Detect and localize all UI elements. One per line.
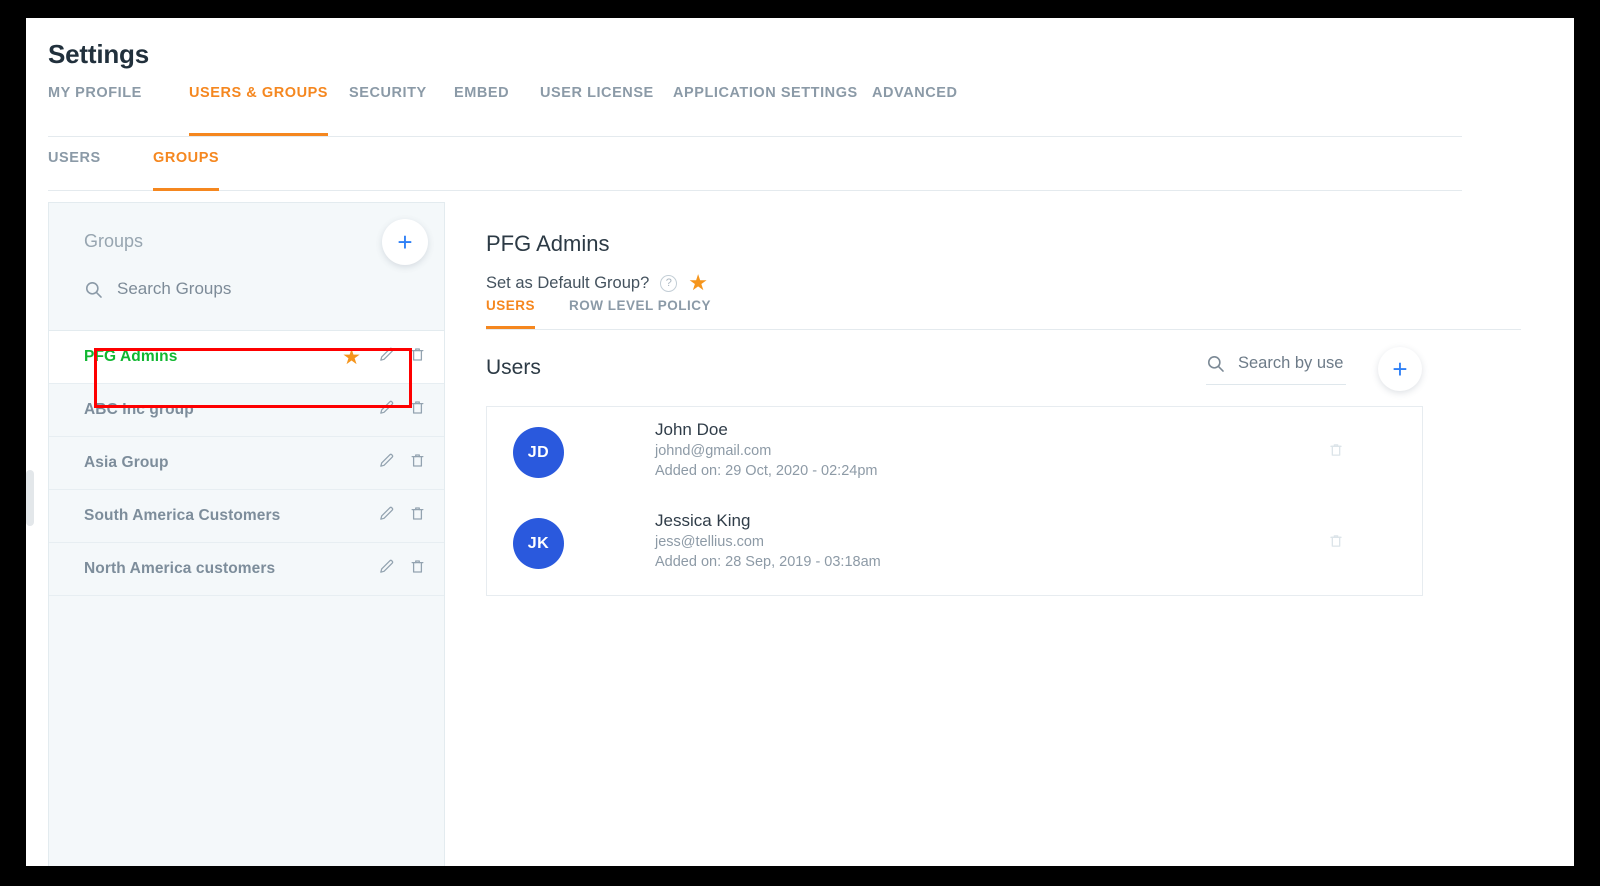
group-detail-title: PFG Admins [486, 231, 610, 256]
tab-label: EMBED [454, 85, 510, 101]
plus-icon: + [397, 227, 413, 257]
help-icon[interactable]: ? [660, 274, 678, 292]
users-list-card: JD John Doe johnd@gmail.com Added on: 29… [486, 406, 1423, 596]
user-added-on: Added on: 29 Oct, 2020 - 02:24pm [655, 463, 878, 479]
detail-tab-underline [486, 326, 536, 329]
search-users-input[interactable]: Search by use [1206, 354, 1346, 385]
tab-label: MY PROFILE [48, 85, 142, 101]
subtab-users[interactable]: USERS [48, 150, 101, 191]
tab-application-settings[interactable]: APPLICATION SETTINGS [673, 85, 858, 136]
tab-embed[interactable]: EMBED [454, 85, 509, 136]
set-default-group-label: Set as Default Group? [486, 273, 650, 292]
tab-label: ADVANCED [872, 85, 958, 101]
user-email: jess@tellius.com [655, 534, 764, 550]
user-list-item[interactable]: JK Jessica King jess@tellius.com Added o… [487, 498, 1422, 589]
detail-tab-label: USERS [486, 298, 536, 313]
trash-icon[interactable] [409, 452, 426, 474]
plus-icon: + [1392, 354, 1408, 384]
pencil-icon[interactable] [378, 346, 395, 368]
pencil-icon[interactable] [378, 399, 395, 421]
group-name: PFG Admins [84, 348, 178, 365]
trash-icon[interactable] [409, 346, 426, 368]
tab-label: USER LICENSE [540, 85, 654, 101]
search-users-placeholder: Search by use [1238, 354, 1344, 372]
user-name: John Doe [655, 420, 728, 439]
pencil-icon[interactable] [378, 505, 395, 527]
subtab-label: GROUPS [153, 150, 220, 166]
page-scrollbar-handle[interactable] [26, 470, 34, 526]
group-detail-pane: PFG Admins Set as Default Group? ? ★ USE… [481, 202, 1541, 866]
sub-tab-bar: USERS GROUPS [48, 137, 1462, 191]
settings-page: Settings MY PROFILE USERS & GROUPS SECUR… [26, 18, 1574, 866]
detail-tab-label: ROW LEVEL POLICY [569, 298, 712, 313]
user-list-item[interactable]: JD John Doe johnd@gmail.com Added on: 29… [487, 407, 1422, 498]
pencil-icon[interactable] [378, 452, 395, 474]
avatar: JD [513, 427, 564, 478]
search-groups-input[interactable]: Search Groups [84, 279, 231, 299]
screen: Settings MY PROFILE USERS & GROUPS SECUR… [0, 0, 1600, 886]
group-list-item-north-america-customers[interactable]: North America customers [49, 543, 444, 596]
trash-icon[interactable] [409, 505, 426, 527]
users-section-heading: Users [486, 356, 541, 379]
tab-label: SECURITY [349, 85, 427, 101]
tab-label: APPLICATION SETTINGS [673, 85, 858, 101]
page-title: Settings [48, 39, 149, 69]
main-tab-bar: MY PROFILE USERS & GROUPS SECURITY EMBED… [48, 85, 1462, 137]
group-name: North America customers [84, 560, 276, 577]
search-icon [85, 281, 102, 298]
default-group-star-icon[interactable]: ★ [688, 272, 708, 294]
add-user-button[interactable]: + [1378, 347, 1422, 391]
subtab-label: USERS [48, 150, 101, 166]
group-list-item-asia-group[interactable]: Asia Group [49, 437, 444, 490]
search-icon [1207, 355, 1224, 372]
set-default-group-row: Set as Default Group? ? ★ [486, 272, 708, 294]
user-name: Jessica King [655, 511, 751, 530]
trash-icon[interactable] [409, 399, 426, 421]
subtab-groups[interactable]: GROUPS [153, 150, 220, 191]
groups-panel-header: Groups + Search Groups [49, 203, 444, 331]
detail-tab-users[interactable]: USERS [486, 298, 536, 329]
subtab-underline [153, 188, 220, 191]
groups-panel: Groups + Search Groups PFG Admins ★ ABC … [48, 202, 445, 866]
trash-icon[interactable] [1328, 442, 1344, 463]
group-list-item-abc-inc-group[interactable]: ABC Inc group [49, 384, 444, 437]
star-icon[interactable]: ★ [342, 347, 361, 368]
detail-tab-row-level-policy[interactable]: ROW LEVEL POLICY [569, 298, 711, 329]
detail-tab-bar: USERS ROW LEVEL POLICY [486, 298, 1521, 330]
tab-advanced[interactable]: ADVANCED [872, 85, 958, 136]
search-groups-placeholder: Search Groups [117, 279, 232, 298]
groups-title: Groups [84, 231, 144, 251]
pencil-icon[interactable] [378, 558, 395, 580]
user-info: John Doe johnd@gmail.com Added on: 29 Oc… [655, 419, 877, 481]
add-group-button[interactable]: + [382, 219, 428, 265]
trash-icon[interactable] [409, 558, 426, 580]
tab-my-profile[interactable]: MY PROFILE [48, 85, 142, 136]
tab-underline [189, 133, 329, 136]
user-email: johnd@gmail.com [655, 443, 772, 459]
user-added-on: Added on: 28 Sep, 2019 - 03:18am [655, 554, 881, 570]
group-name: Asia Group [84, 454, 169, 471]
tab-security[interactable]: SECURITY [349, 85, 427, 136]
trash-icon[interactable] [1328, 533, 1344, 554]
group-list-item-south-america-customers[interactable]: South America Customers [49, 490, 444, 543]
group-name: ABC Inc group [84, 401, 194, 418]
tab-label: USERS & GROUPS [189, 85, 329, 101]
tab-users-and-groups[interactable]: USERS & GROUPS [189, 85, 329, 136]
group-list-item-pfg-admins[interactable]: PFG Admins ★ [49, 331, 444, 384]
tab-user-license[interactable]: USER LICENSE [540, 85, 654, 136]
group-name: South America Customers [84, 507, 281, 524]
groups-list: PFG Admins ★ ABC Inc group Asia Group So… [49, 331, 444, 596]
user-info: Jessica King jess@tellius.com Added on: … [655, 510, 881, 572]
avatar: JK [513, 518, 564, 569]
